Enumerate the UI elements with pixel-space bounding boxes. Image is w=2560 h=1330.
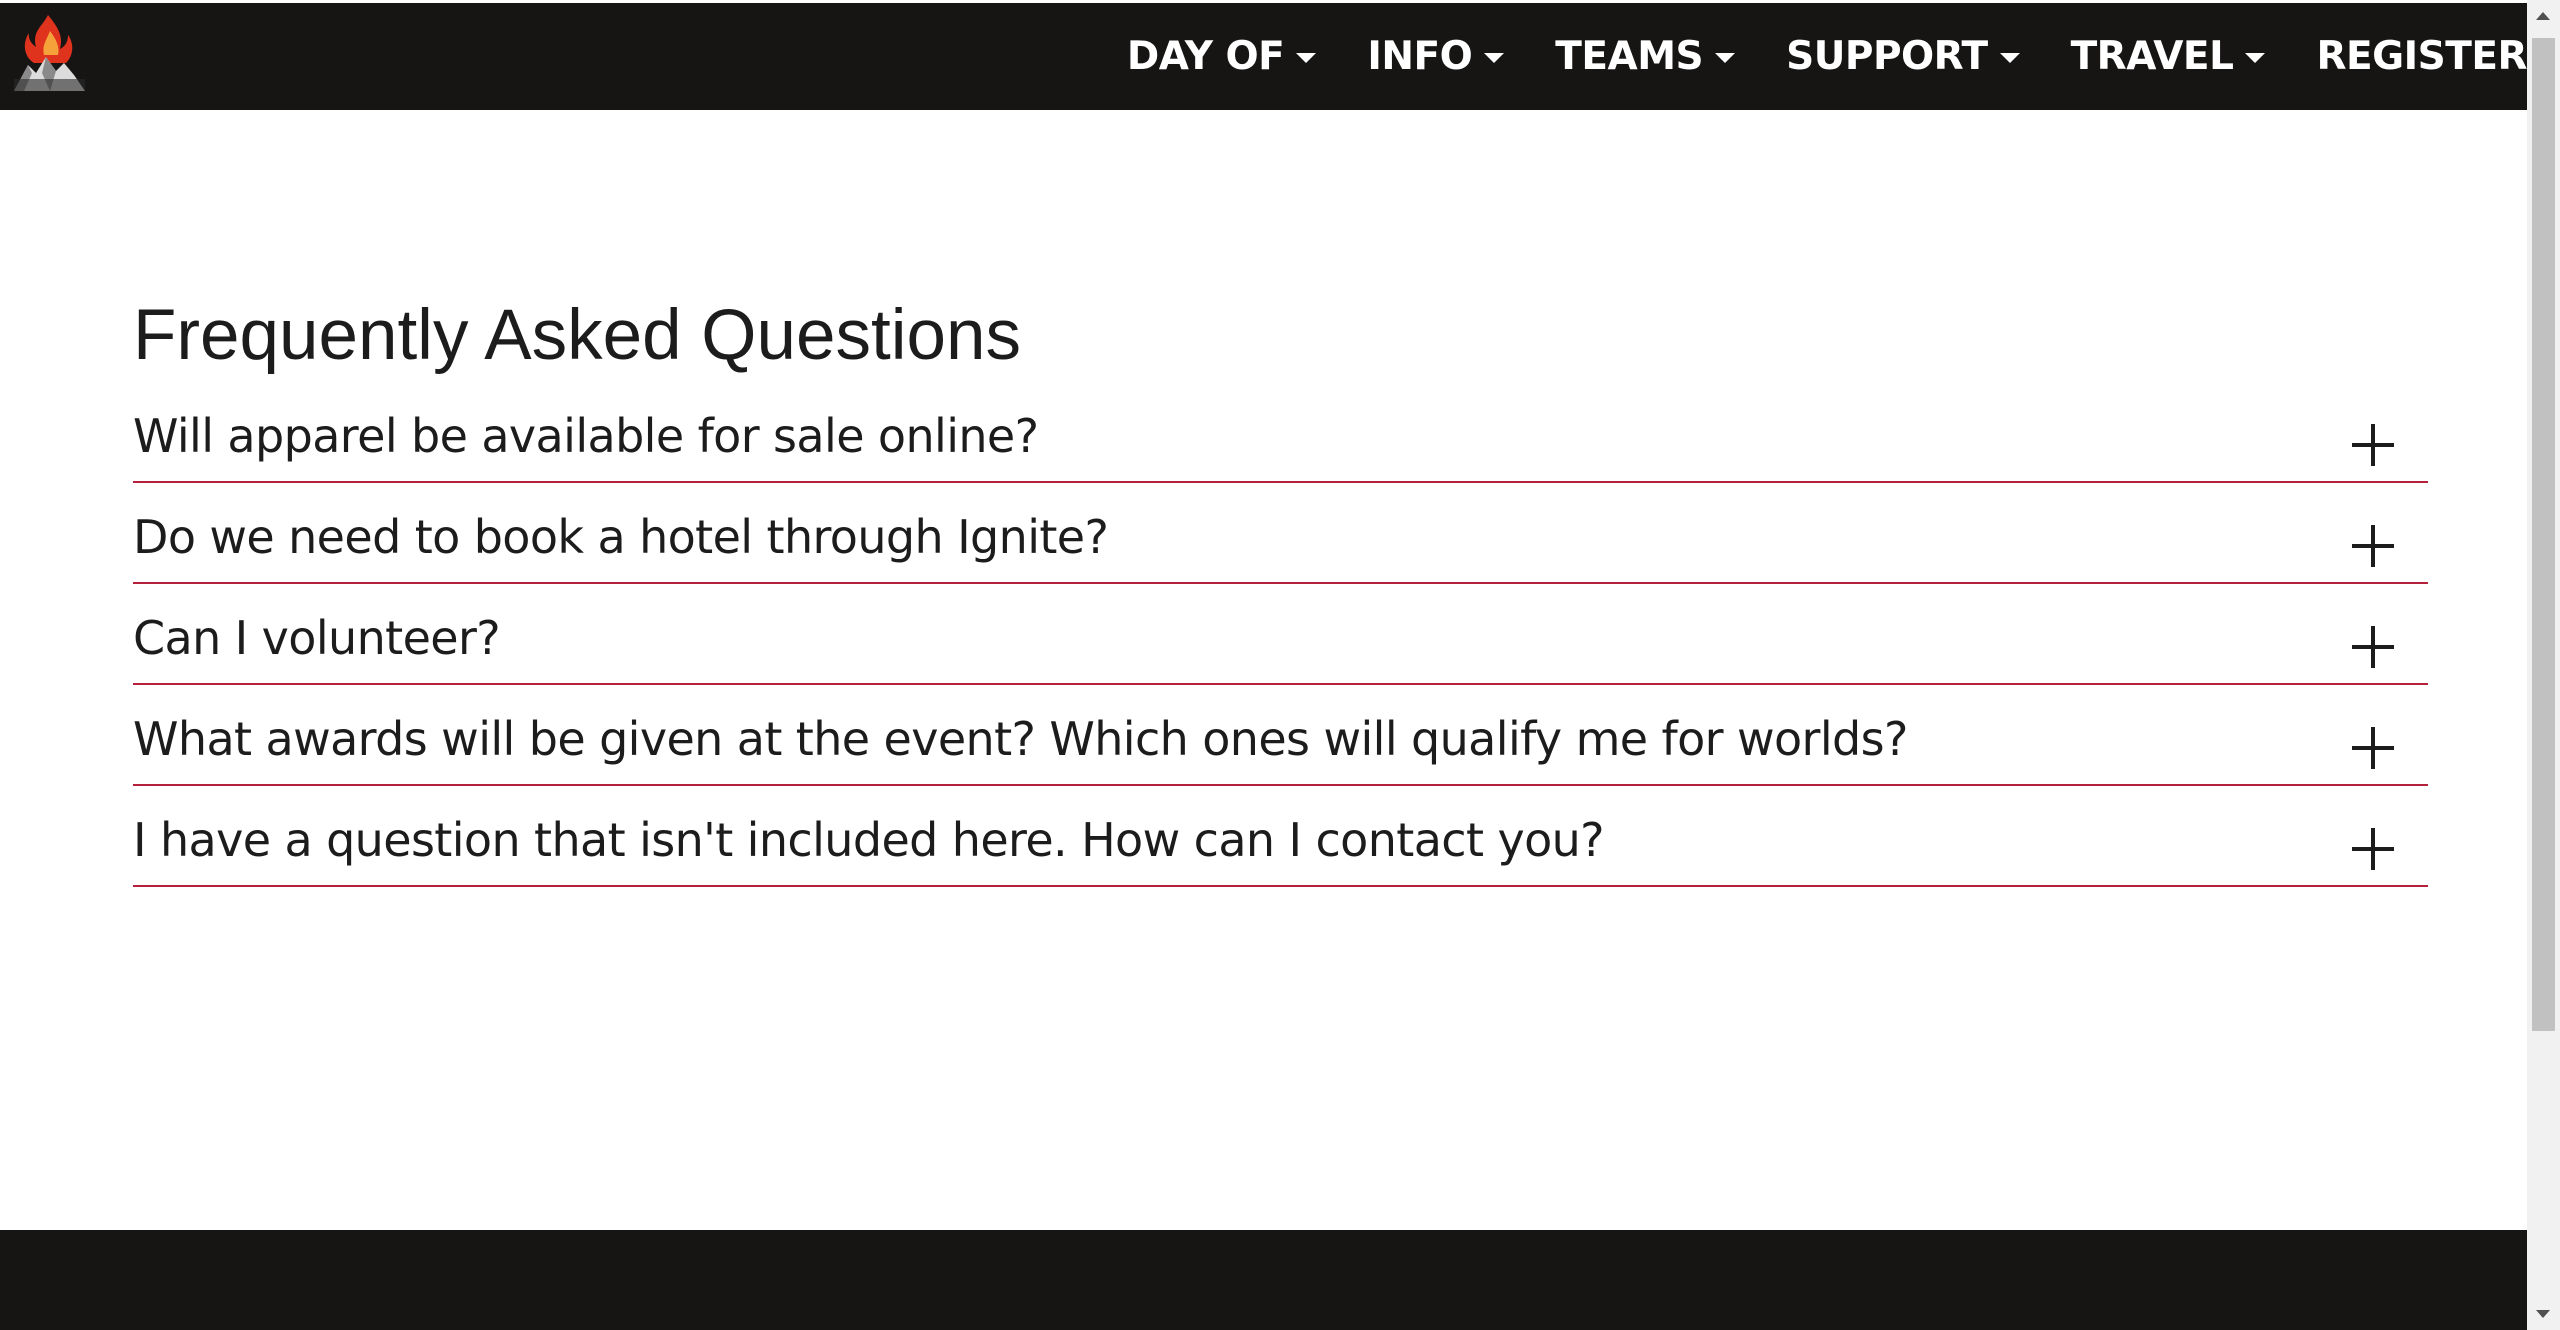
caret-down-icon <box>2245 52 2266 63</box>
scroll-down-arrow-icon[interactable] <box>2536 1310 2550 1318</box>
vertical-scrollbar[interactable] <box>2527 0 2560 1330</box>
faq-question: Do we need to book a hotel through Ignit… <box>133 510 1109 564</box>
nav-item-teams[interactable]: TEAMS <box>1555 34 1736 79</box>
nav-item-day-of[interactable]: DAY OF <box>1126 34 1317 79</box>
plus-icon[interactable] <box>2352 525 2394 567</box>
nav-item-support[interactable]: SUPPORT <box>1786 34 2020 79</box>
caret-down-icon <box>1999 52 2020 63</box>
scrollbar-thumb[interactable] <box>2532 38 2555 1031</box>
faq-question: What awards will be given at the event? … <box>133 712 1908 766</box>
faq-question: I have a question that isn't included he… <box>133 813 1605 867</box>
faq-question: Will apparel be available for sale onlin… <box>133 409 1039 463</box>
page-title: Frequently Asked Questions <box>133 296 1021 375</box>
faq-item[interactable]: I have a question that isn't included he… <box>133 786 2428 887</box>
page: DAY OF INFO TEAMS SUPPORT TRAVEL REGISTE… <box>0 0 2527 1330</box>
faq-item[interactable]: Do we need to book a hotel through Ignit… <box>133 483 2428 584</box>
plus-icon[interactable] <box>2352 828 2394 870</box>
faq-item[interactable]: Will apparel be available for sale onlin… <box>133 405 2428 483</box>
nav-item-label: TRAVEL <box>2070 34 2234 79</box>
plus-icon[interactable] <box>2352 727 2394 769</box>
nav-item-label: DAY OF <box>1126 34 1285 79</box>
nav-menu: DAY OF INFO TEAMS SUPPORT TRAVEL REGISTE… <box>1076 3 2528 110</box>
nav-item-label: INFO <box>1367 34 1473 79</box>
plus-icon[interactable] <box>2352 424 2394 466</box>
nav-item-info[interactable]: INFO <box>1367 34 1505 79</box>
footer <box>0 1230 2527 1330</box>
nav-item-label: TEAMS <box>1555 34 1704 79</box>
flame-mountain-logo-icon[interactable] <box>12 13 87 95</box>
plus-icon[interactable] <box>2352 626 2394 668</box>
scroll-up-arrow-icon[interactable] <box>2536 12 2550 20</box>
nav-item-label: REGISTER <box>2316 34 2527 79</box>
top-navbar: DAY OF INFO TEAMS SUPPORT TRAVEL REGISTE… <box>0 3 2527 110</box>
nav-item-travel[interactable]: TRAVEL <box>2071 34 2266 79</box>
caret-down-icon <box>1484 52 1505 63</box>
faq-section: Frequently Asked Questions Will apparel … <box>133 300 2428 887</box>
nav-item-register[interactable]: REGISTER <box>2316 34 2527 79</box>
nav-item-label: SUPPORT <box>1786 34 1988 79</box>
faq-item[interactable]: Can I volunteer? <box>133 584 2428 685</box>
faq-item[interactable]: What awards will be given at the event? … <box>133 685 2428 786</box>
caret-down-icon <box>1715 52 1736 63</box>
caret-down-icon <box>1296 52 1317 63</box>
faq-question: Can I volunteer? <box>133 611 501 665</box>
